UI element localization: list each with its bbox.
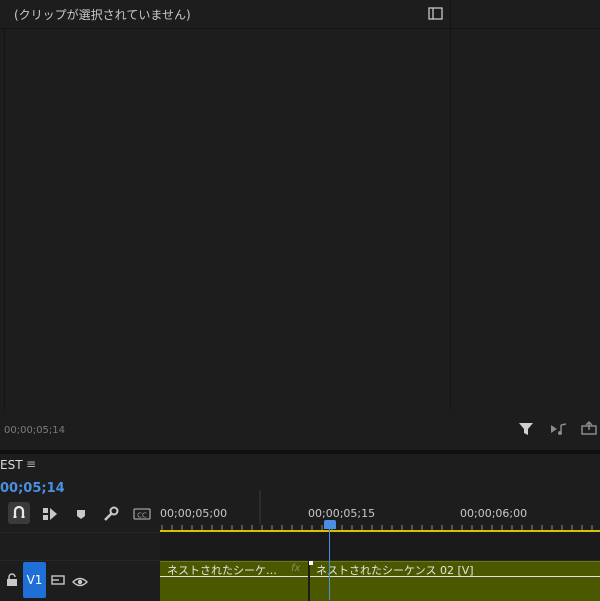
playhead-handle[interactable] <box>324 520 336 529</box>
empty-track-row <box>160 532 600 560</box>
panel-toggle-icon[interactable] <box>428 6 444 20</box>
no-clip-selected-label: (クリップが選択されていません) <box>14 8 191 22</box>
snap-icon[interactable] <box>8 502 30 524</box>
sequence-tab[interactable]: EST <box>0 458 23 472</box>
ruler-label: 00;00;05;00 <box>160 507 228 520</box>
clip-waveform-line <box>310 576 600 577</box>
insert-icon[interactable] <box>549 421 569 437</box>
svg-text:CC: CC <box>137 512 147 520</box>
panel-border <box>4 28 5 410</box>
playhead-timecode[interactable]: 00;05;14 <box>0 481 65 496</box>
source-monitor-panel <box>0 0 600 450</box>
lock-icon[interactable] <box>6 572 18 586</box>
linked-selection-icon[interactable] <box>42 502 60 526</box>
filter-icon[interactable] <box>518 421 534 437</box>
fx-badge: fx <box>291 563 301 574</box>
panel-menu-icon[interactable]: ≡ <box>26 457 36 471</box>
sync-icon[interactable] <box>51 572 65 586</box>
wrench-icon[interactable] <box>102 502 120 526</box>
ruler-label: 00;00;05;15 <box>308 507 376 520</box>
marker-icon[interactable] <box>74 502 88 526</box>
panel-footer <box>0 410 600 450</box>
ruler-label: 00;00;06;00 <box>460 507 528 520</box>
playhead-line[interactable] <box>329 529 330 600</box>
footer-timecode: 00;00;05;14 <box>4 425 66 436</box>
captions-icon[interactable]: CC <box>133 502 151 526</box>
clip-marker <box>309 561 313 565</box>
panel-divider[interactable] <box>450 0 451 410</box>
eye-icon[interactable] <box>72 573 88 587</box>
track-target-v1[interactable]: V1 <box>23 562 46 598</box>
export-icon[interactable] <box>580 420 598 436</box>
clip-waveform-line <box>160 576 308 577</box>
